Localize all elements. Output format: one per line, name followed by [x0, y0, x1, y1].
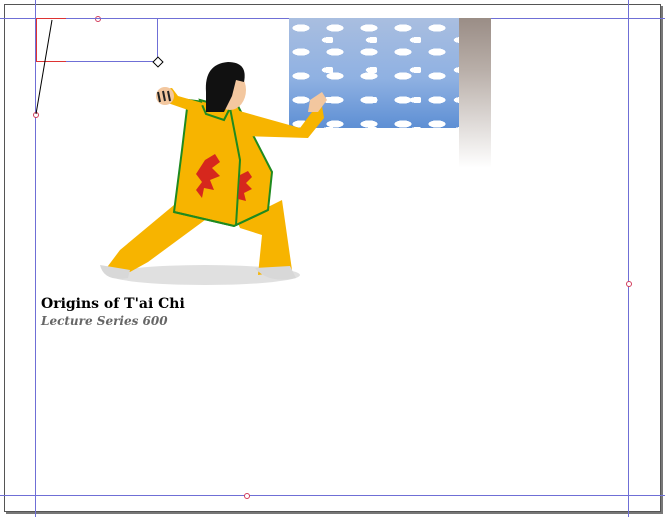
- layout-canvas[interactable]: Origins of T'ai Chi Lecture Series 600: [0, 0, 665, 517]
- document-title[interactable]: Origins of T'ai Chi: [41, 296, 185, 312]
- document-subtitle[interactable]: Lecture Series 600: [41, 314, 168, 328]
- tai-chi-figure-illustration[interactable]: [0, 0, 665, 517]
